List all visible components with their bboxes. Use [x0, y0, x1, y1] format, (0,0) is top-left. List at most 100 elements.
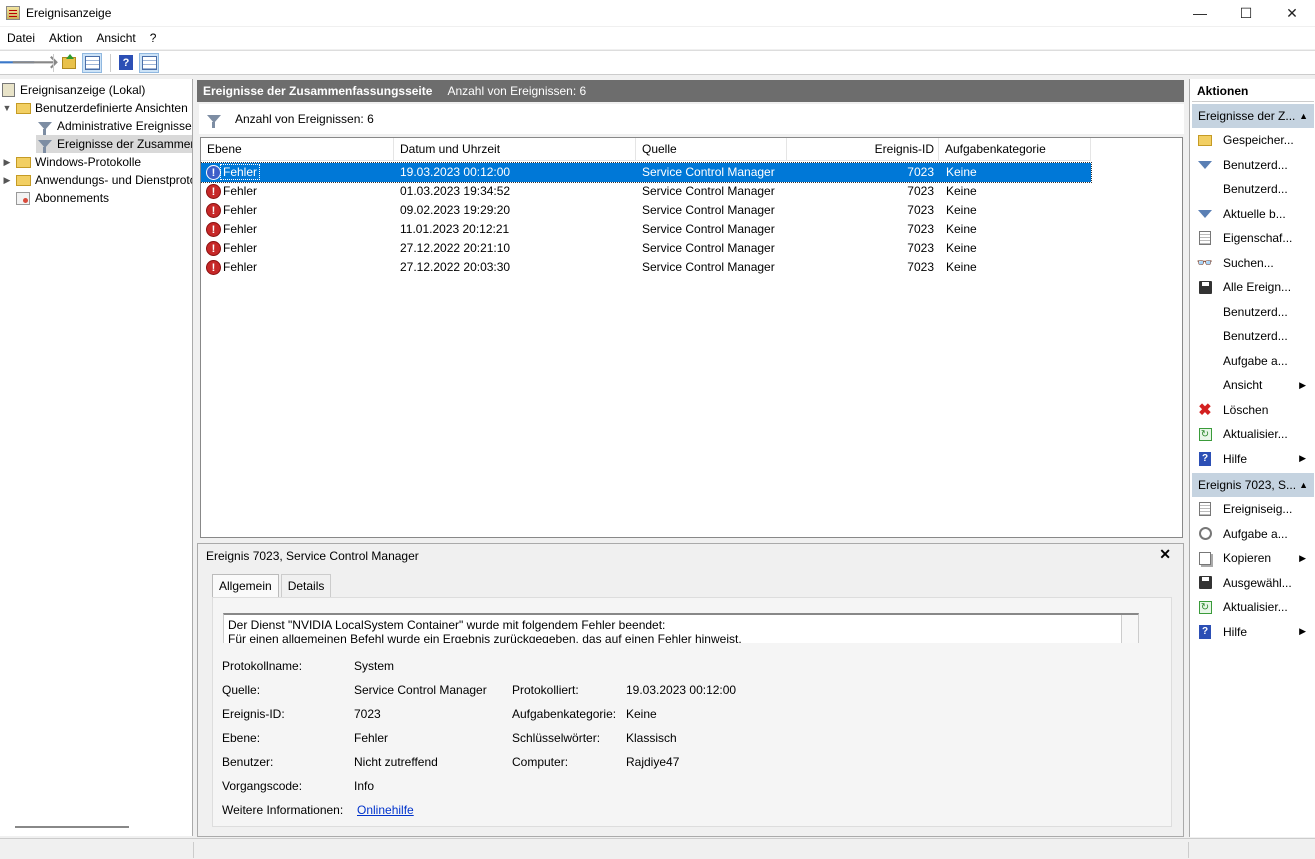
action-item[interactable]: Benutzerd...: [1192, 324, 1314, 348]
action-item[interactable]: Gespeicher...: [1192, 128, 1314, 152]
submenu-arrow-icon: ▶: [1299, 453, 1306, 463]
action-item[interactable]: ? Hilfe ▶: [1192, 447, 1314, 471]
description-scrollbar[interactable]: [1121, 615, 1138, 643]
column-header-level[interactable]: Ebene: [201, 138, 394, 161]
action-item[interactable]: ↻ Aktualisier...: [1192, 595, 1314, 619]
action-item[interactable]: Ausgewähl...: [1192, 571, 1314, 595]
action-item[interactable]: Alle Ereign...: [1192, 275, 1314, 299]
action-item[interactable]: Aufgabe a...: [1192, 349, 1314, 373]
source-label: Quelle:: [222, 683, 261, 697]
menu-ansicht[interactable]: Ansicht: [89, 31, 142, 45]
action-label: Aktualisier...: [1223, 427, 1288, 441]
table-row[interactable]: ! Fehler 09.02.2023 19:29:20 Service Contro…: [201, 201, 1091, 220]
tree-item-summary-events[interactable]: Ereignisse der Zusammenfassungsseite: [36, 135, 192, 153]
column-header-task-category[interactable]: Aufgabenkategorie: [939, 138, 1091, 161]
cell-datetime: 09.02.2023 19:29:20: [400, 203, 511, 217]
table-row[interactable]: ! Fehler 11.01.2023 20:12:21 Service Contro…: [201, 220, 1091, 239]
tab-details[interactable]: Details: [280, 574, 332, 598]
column-header-datetime[interactable]: Datum und Uhrzeit: [394, 138, 636, 161]
horizontal-scrollbar[interactable]: [15, 826, 129, 828]
cell-source: Service Control Manager: [642, 222, 775, 236]
level-label: Ebene:: [222, 731, 261, 745]
opcode-value: Info: [354, 779, 375, 793]
properties-icon: [1197, 230, 1213, 246]
save-icon: [1197, 279, 1213, 295]
menu-aktion[interactable]: Aktion: [42, 31, 89, 45]
collapse-up-icon[interactable]: ▲: [1299, 473, 1308, 497]
menu-datei[interactable]: Datei: [0, 31, 42, 45]
action-item[interactable]: ✖ Löschen: [1192, 398, 1314, 422]
tree-item-admin-events[interactable]: Administrative Ereignisse: [38, 117, 192, 135]
collapse-up-icon[interactable]: ▲: [1299, 104, 1308, 128]
tree-item-label: Benutzerdefinierte Ansichten: [35, 101, 188, 115]
actions-section-summary-events[interactable]: Ereignisse der Z... ▲: [1192, 104, 1314, 128]
action-item[interactable]: Kopieren ▶: [1192, 546, 1314, 570]
table-row[interactable]: ! Fehler 19.03.2023 00:12:00 Service Contro…: [201, 162, 1092, 183]
tree-item-root[interactable]: Ereignisanzeige (Lokal): [2, 81, 145, 99]
show-hide-action-pane-button[interactable]: [139, 52, 159, 73]
forward-button[interactable]: 🡒: [11, 52, 59, 73]
cell-source: Service Control Manager: [642, 165, 775, 179]
maximize-button[interactable]: ☐: [1223, 0, 1269, 26]
cell-task-category: Keine: [946, 222, 977, 236]
tree-item-custom-views[interactable]: ▼ Benutzerdefinierte Ansichten: [2, 99, 188, 117]
column-header-source[interactable]: Quelle: [636, 138, 787, 161]
minimize-button[interactable]: —: [1177, 0, 1223, 26]
action-label: Gespeicher...: [1223, 133, 1294, 147]
action-item[interactable]: Benutzerd...: [1192, 177, 1314, 201]
tab-allgemein[interactable]: Allgemein: [212, 574, 279, 599]
cell-datetime: 27.12.2022 20:21:10: [400, 241, 511, 255]
column-header-event-id[interactable]: Ereignis-ID: [787, 138, 939, 161]
table-row[interactable]: ! Fehler 01.03.2023 19:34:52 Service Contro…: [201, 182, 1091, 201]
cell-datetime: 01.03.2023 19:34:52: [400, 184, 511, 198]
action-item[interactable]: Aktuelle b...: [1192, 202, 1314, 226]
description-line: Für einen allgemeinen Befehl wurde ein E…: [228, 632, 742, 643]
action-item[interactable]: Benutzerd...: [1192, 153, 1314, 177]
source-value: Service Control Manager: [354, 683, 487, 697]
event-description[interactable]: Der Dienst "NVIDIA LocalSystem Container…: [223, 613, 1139, 643]
tree-item-windows-logs[interactable]: ▶ Windows-Protokolle: [2, 153, 142, 171]
show-hide-console-tree-button[interactable]: [82, 52, 102, 73]
action-item[interactable]: Ansicht ▶: [1192, 373, 1314, 397]
cell-task-category: Keine: [946, 241, 977, 255]
online-help-link[interactable]: Onlinehilfe: [357, 803, 414, 817]
actions-section-event-7023[interactable]: Ereignis 7023, S... ▲: [1192, 473, 1314, 497]
folder-icon: [16, 174, 31, 186]
action-item[interactable]: Aufgabe a...: [1192, 522, 1314, 546]
console-tree-icon: [84, 55, 100, 70]
cell-datetime: 19.03.2023 00:12:00: [400, 165, 511, 179]
action-item[interactable]: ↻ Aktualisier...: [1192, 422, 1314, 446]
action-item[interactable]: Eigenschaf...: [1192, 226, 1314, 250]
logged-value: 19.03.2023 00:12:00: [626, 683, 737, 697]
action-label: Löschen: [1223, 402, 1269, 417]
action-item[interactable]: ? Hilfe ▶: [1192, 620, 1314, 644]
close-detail-button[interactable]: ✕: [1159, 546, 1171, 563]
folder-icon: [16, 102, 31, 114]
action-item[interactable]: Benutzerd...: [1192, 300, 1314, 324]
action-label: Hilfe: [1223, 451, 1248, 466]
cell-level: Fehler: [223, 241, 258, 255]
refresh-icon: ↻: [1197, 426, 1213, 442]
chevron-down-icon[interactable]: ▼: [2, 103, 12, 113]
status-divider: [1188, 842, 1189, 858]
up-one-level-button[interactable]: [59, 53, 79, 73]
tree-item-subscriptions[interactable]: Abonnements: [16, 189, 109, 207]
action-item[interactable]: 👓 Suchen...: [1192, 251, 1314, 275]
filter-icon: [1197, 206, 1213, 222]
table-row[interactable]: ! Fehler 27.12.2022 20:03:30 Service Contro…: [201, 258, 1091, 277]
chevron-right-icon[interactable]: ▶: [2, 157, 12, 168]
table-row[interactable]: ! Fehler 27.12.2022 20:21:10 Service Contro…: [201, 239, 1091, 258]
task-category-label: Aufgabenkategorie:: [512, 707, 617, 721]
menu-help[interactable]: ?: [143, 31, 164, 45]
copy-icon: [1197, 550, 1213, 566]
help-button[interactable]: ?: [116, 53, 136, 73]
tree-item-app-service-logs[interactable]: ▶ Anwendungs- und Dienstprotokolle: [2, 171, 192, 189]
submenu-arrow-icon: ▶: [1299, 379, 1306, 390]
cell-event-id: 7023: [907, 203, 934, 217]
menu-bar: Datei Aktion Ansicht ?: [0, 27, 1315, 49]
error-icon: !: [206, 241, 221, 256]
chevron-right-icon[interactable]: ▶: [2, 175, 12, 186]
filter-icon: [1197, 157, 1213, 173]
close-window-button[interactable]: ✕: [1269, 0, 1315, 26]
action-item[interactable]: Ereigniseig...: [1192, 497, 1314, 521]
